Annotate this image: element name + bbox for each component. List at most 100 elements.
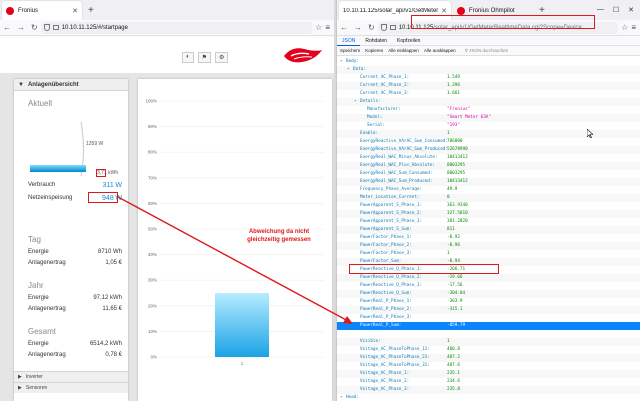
bookmark-star-icon[interactable]: ☆ xyxy=(315,23,322,32)
panel-header[interactable]: ▼ Anlagenübersicht xyxy=(14,79,128,91)
verbrauch-label: Verbrauch xyxy=(28,182,56,188)
expand-arrow-icon[interactable]: ▾ xyxy=(340,58,343,66)
json-key: Enable: xyxy=(360,131,379,136)
json-row[interactable]: Visible: 1 xyxy=(337,338,640,346)
json-row[interactable]: EnergyReal_WAC_Plus_Absolute: 8003295 xyxy=(337,162,640,170)
json-row[interactable]: ▾ Head: xyxy=(337,394,640,401)
reload-icon[interactable]: ↻ xyxy=(31,23,38,32)
json-row[interactable]: PowerReal_P_Phase_2: -315.1 xyxy=(337,306,640,314)
expand-arrow-icon[interactable]: ▾ xyxy=(347,66,350,74)
json-row[interactable]: PowerFactor_Phase_3: 1 xyxy=(337,250,640,258)
json-row[interactable]: Frequency_Phase_Average: 49.9 xyxy=(337,186,640,194)
json-row[interactable]: EnergyReactive_VArAC_Sum_Produced: 526789… xyxy=(337,146,640,154)
expand-arrow-icon[interactable]: ▾ xyxy=(354,98,357,106)
json-value: 235.1 xyxy=(447,371,460,376)
json-row[interactable]: EnergyReal_WAC_Minus_Absolute: 18413412 xyxy=(337,154,640,162)
json-key: Body: xyxy=(346,59,359,64)
save-button[interactable]: Speichern xyxy=(340,48,360,53)
new-tab-icon[interactable]: + xyxy=(539,5,545,16)
json-row[interactable]: Voltage_AC_PhaseToPhase_12: 400.8 xyxy=(337,346,640,354)
json-row[interactable]: PowerApparent_S_Phase_3: 381.2820 xyxy=(337,218,640,226)
gesamt-energie-value: 6514,2 kWh xyxy=(89,341,122,347)
json-row[interactable]: Current_AC_Phase_1: 1.549 xyxy=(337,74,640,82)
json-row[interactable]: Current_AC_Phase_2: 1.396 xyxy=(337,82,640,90)
json-row[interactable]: PowerReactive_Q_Phase_3: -17.56 xyxy=(337,282,640,290)
address-bar: ← → ↻ 10.10.11.125/#/startpage ☆ ≡ xyxy=(0,20,334,36)
json-filter-input[interactable]: ⚲ JSON durchsuchen xyxy=(465,48,509,54)
tab-fronius[interactable]: Fronius ✕ xyxy=(2,1,82,21)
json-row[interactable]: Meter_Location_Current: 0 xyxy=(337,194,640,202)
json-row[interactable]: PowerApparent_S_Phase_2: 327.5810 xyxy=(337,210,640,218)
forward-icon[interactable]: → xyxy=(354,23,362,32)
accordion-inverter[interactable]: ▶ Inverter xyxy=(14,371,128,382)
json-row[interactable]: Enable: 1 xyxy=(337,130,640,138)
json-row[interactable]: ▾ Details: xyxy=(337,98,640,106)
menu-icon[interactable]: ≡ xyxy=(631,23,636,32)
tab-headers-view[interactable]: Kopfzeilen xyxy=(392,36,425,46)
reload-icon[interactable]: ↻ xyxy=(368,23,375,32)
netz-label: Netzeinspeisung xyxy=(28,195,73,201)
json-row[interactable]: Serial: "193" xyxy=(337,122,640,130)
lock-icon xyxy=(52,25,59,30)
json-row[interactable]: PowerApparent_S_Sum: 811 xyxy=(337,226,640,234)
window-controls: — ☐ ✕ xyxy=(597,6,640,14)
new-tab-icon[interactable]: + xyxy=(88,5,94,16)
bookmark-star-icon[interactable]: ☆ xyxy=(621,23,628,32)
back-icon[interactable]: ← xyxy=(340,23,348,32)
expand-arrow-icon[interactable]: ▾ xyxy=(340,394,343,401)
maximize-icon[interactable]: ☐ xyxy=(613,6,619,14)
close-tab-icon[interactable]: ✕ xyxy=(441,7,447,15)
forward-icon[interactable]: → xyxy=(17,23,25,32)
json-row[interactable]: EnergyReal_WAC_Sum_Consumed: 8003295 xyxy=(337,170,640,178)
json-row[interactable]: Voltage_AC_Phase_2: 234.6 xyxy=(337,378,640,386)
copy-button[interactable]: Kopieren xyxy=(365,48,383,53)
toolbar-button-2[interactable]: ⚑ xyxy=(197,52,212,63)
accordion-sensoren[interactable]: ▶ Sensoren xyxy=(14,382,128,393)
json-row[interactable]: PowerReactive_Q_Phase_2: -19.66 xyxy=(337,274,640,282)
close-tab-icon[interactable]: ✕ xyxy=(72,7,78,15)
tag-energie-value: 8710 Wh xyxy=(97,249,122,255)
annotation-text: Abweichung da nicht gleichzeitig gemesse… xyxy=(247,229,311,243)
jahr-energie-value: 97,12 kWh xyxy=(93,295,122,301)
json-key: Frequency_Phase_Average: xyxy=(360,187,423,192)
json-row[interactable]: PowerReal_P_Phase_3: xyxy=(337,314,640,322)
json-row[interactable]: PowerFactor_Phase_2: -0.96 xyxy=(337,242,640,250)
url-input[interactable]: 10.10.11.125/#/startpage xyxy=(40,21,313,34)
tag-ertrag-value: 1,05 € xyxy=(105,260,122,266)
json-row[interactable]: ▾ Data: xyxy=(337,66,640,74)
json-value: 407.6 xyxy=(447,363,460,368)
toolbar-button-1[interactable]: ◐ xyxy=(182,52,194,63)
json-row[interactable]: Model: "Smart Meter 63A" xyxy=(337,114,640,122)
minimize-icon[interactable]: — xyxy=(597,6,604,14)
json-row[interactable]: Voltage_AC_Phase_3: 235.8 xyxy=(337,386,640,394)
expand-all-button[interactable]: Alle ausklappen xyxy=(424,48,456,53)
tab-raw-view[interactable]: Rohdaten xyxy=(360,36,392,46)
jahr-ertrag-value: 11,65 € xyxy=(102,306,122,312)
toolbar-button-3[interactable]: ⚙ xyxy=(215,52,229,63)
tab2-title: Fronius Ohmpilot xyxy=(469,8,515,14)
menu-icon[interactable]: ≡ xyxy=(325,23,330,32)
json-row[interactable]: ▾ Body: xyxy=(337,58,640,66)
json-value: 1.396 xyxy=(447,83,460,88)
json-row[interactable]: Current_AC_Phase_3: 1.661 xyxy=(337,90,640,98)
collapse-all-button[interactable]: Alle einklappen xyxy=(388,48,419,53)
json-row[interactable]: PowerReal_P_Phase_1: -363.9 xyxy=(337,298,640,306)
back-icon[interactable]: ← xyxy=(3,23,11,32)
json-row[interactable]: Voltage_AC_Phase_1: 235.1 xyxy=(337,370,640,378)
json-row[interactable]: PowerReal_P_Sum: -859.79 xyxy=(337,322,640,330)
json-row[interactable]: PowerReactive_Q_Sum: -304.04 xyxy=(337,290,640,298)
json-row[interactable]: EnergyReal_WAC_Sum_Produced: 18413412 xyxy=(337,178,640,186)
json-row[interactable] xyxy=(337,330,640,338)
gauge-power: 1259 W xyxy=(86,141,104,147)
json-row[interactable]: Voltage_AC_PhaseToPhase_23: 407.2 xyxy=(337,354,640,362)
json-row[interactable]: Manufacturer: "Fronius" xyxy=(337,106,640,114)
json-row[interactable]: Voltage_AC_PhaseToPhase_31: 407.6 xyxy=(337,362,640,370)
json-row[interactable]: EnergyReactive_VArAC_Sum_Consumed: 786000 xyxy=(337,138,640,146)
close-window-icon[interactable]: ✕ xyxy=(628,6,634,14)
json-row[interactable]: PowerApparent_S_Phase_1: 363.9340 xyxy=(337,202,640,210)
tag-energie-label: Energie xyxy=(28,249,49,255)
json-row[interactable]: PowerFactor_Phase_1: -0.92 xyxy=(337,234,640,242)
json-value: 1 xyxy=(447,131,450,136)
json-key: PowerReal_P_Phase_3: xyxy=(360,315,412,320)
tab-json-view[interactable]: JSON xyxy=(337,36,361,46)
